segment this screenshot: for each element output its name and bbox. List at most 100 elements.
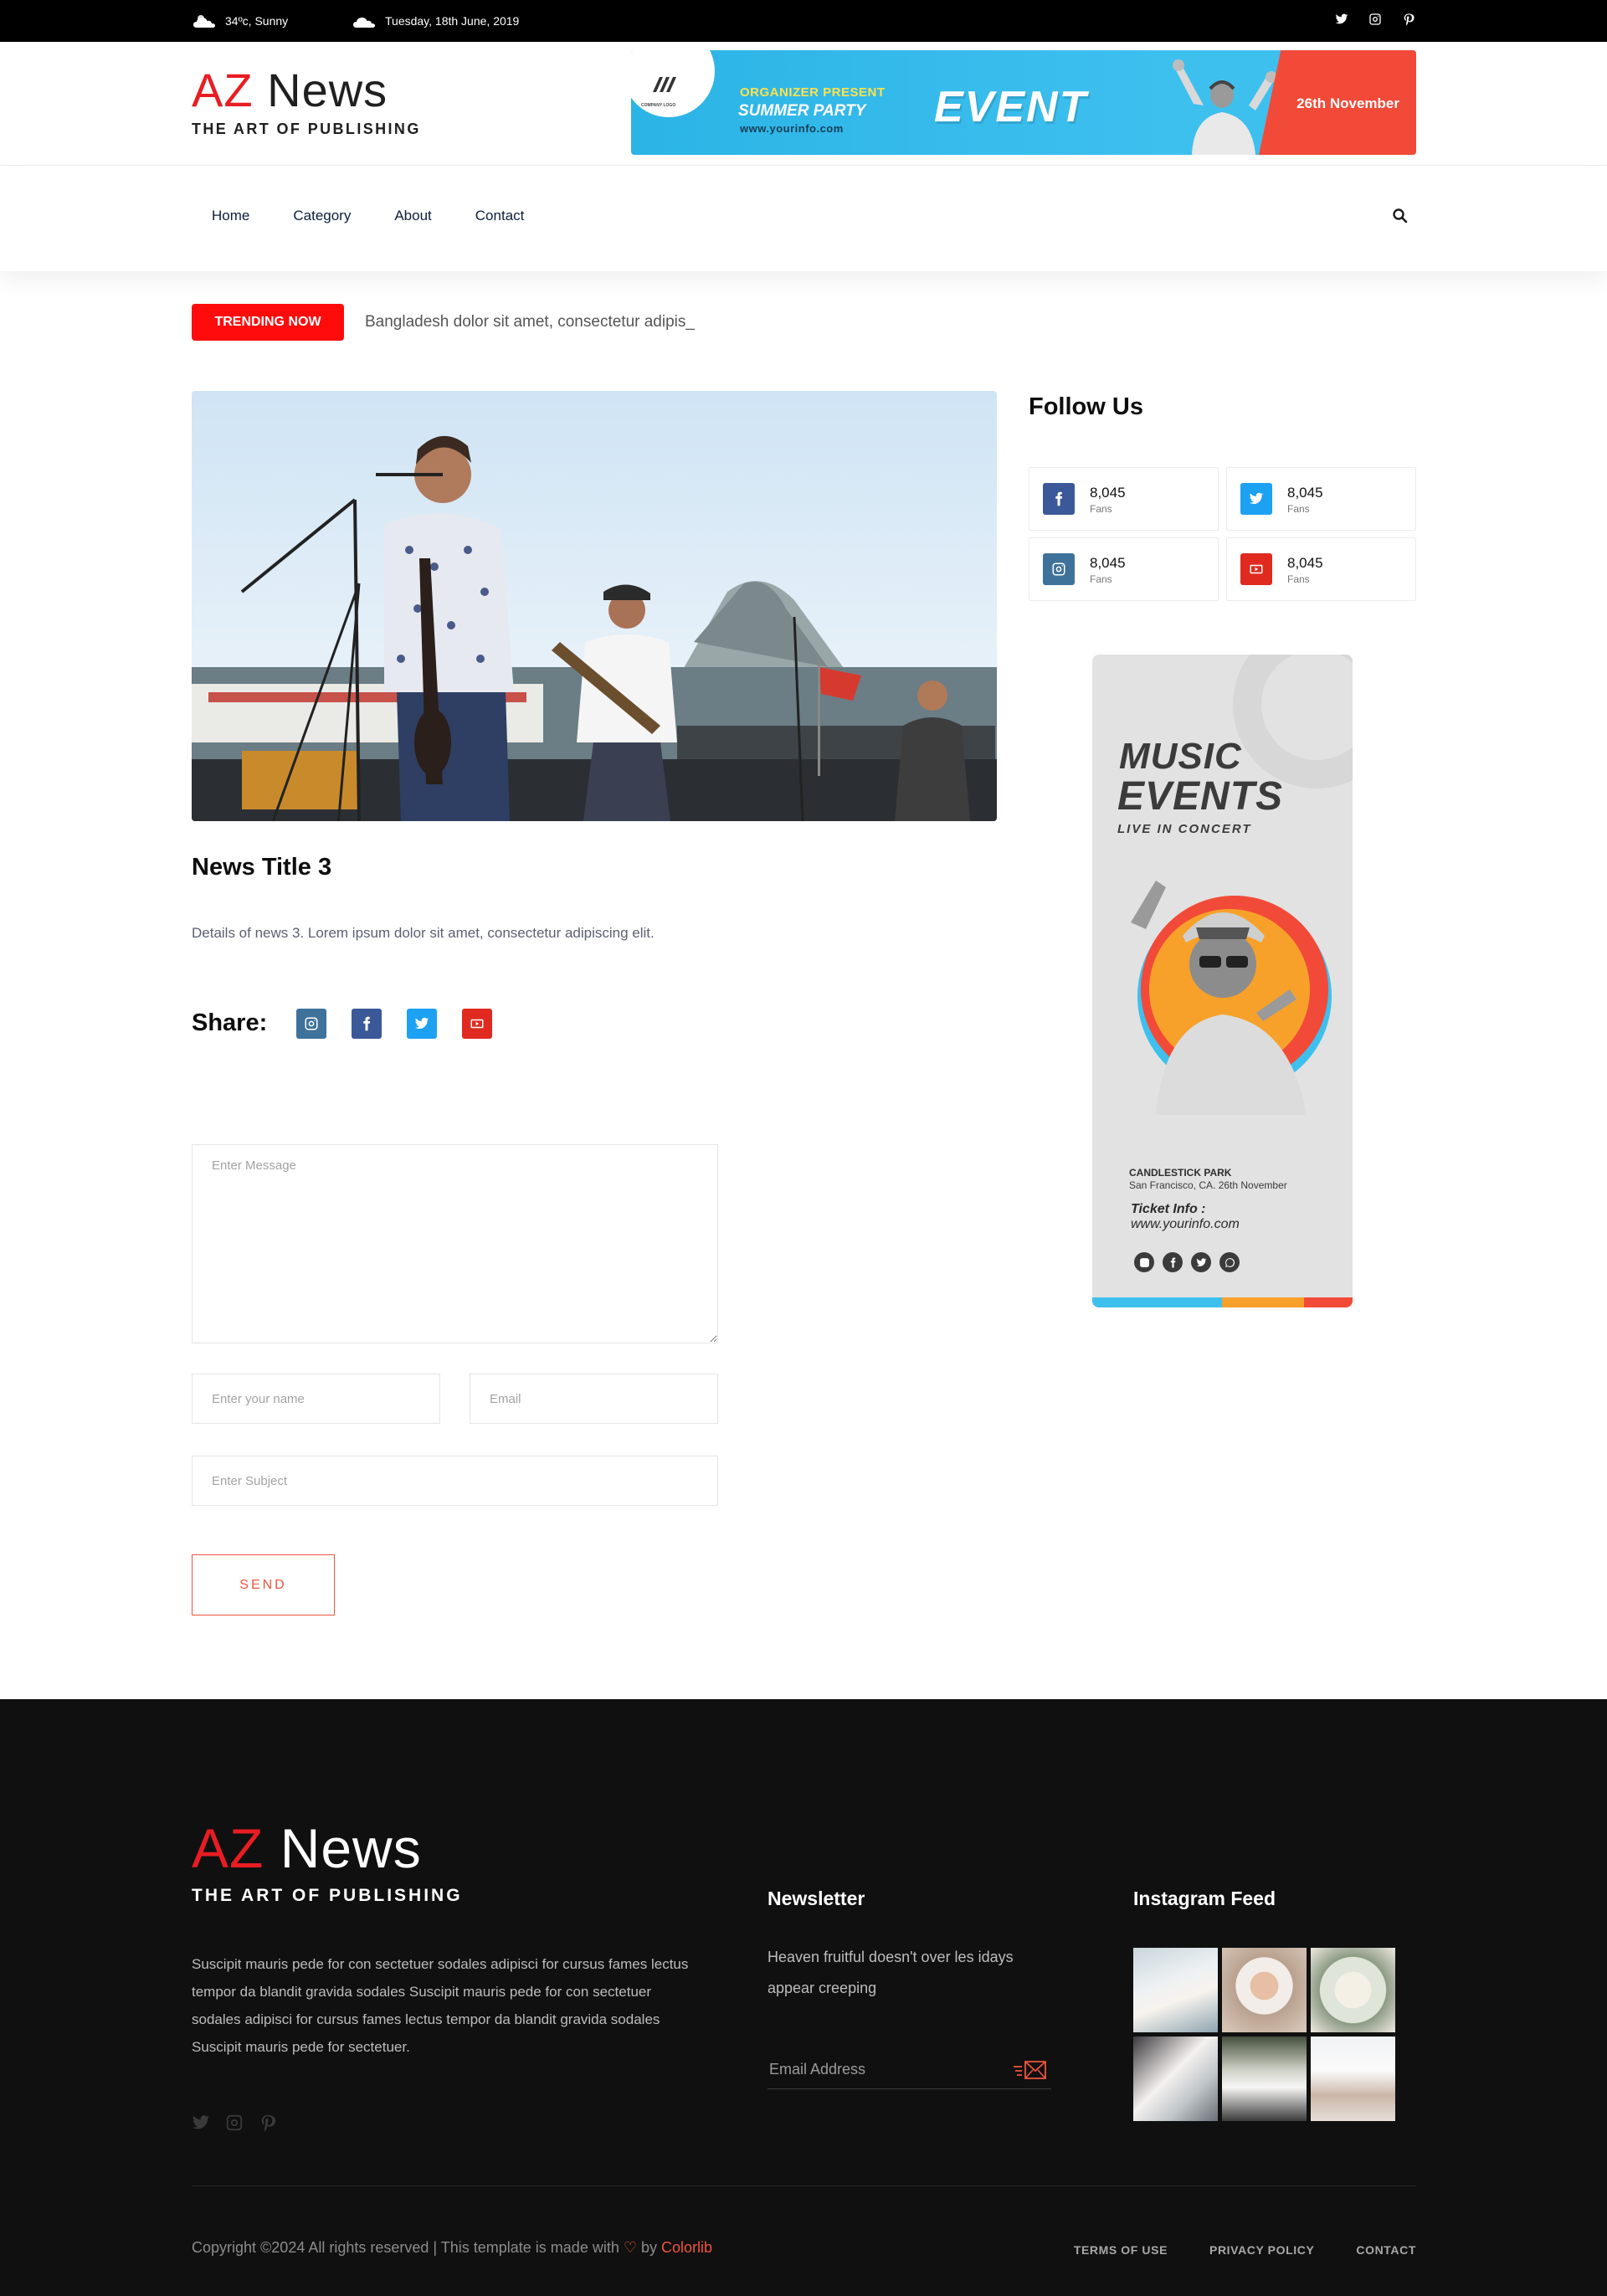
follow-card-youtube[interactable]: 8,045 Fans (1226, 537, 1416, 601)
share-label: Share: (192, 1009, 268, 1036)
follow-count: 8,045 (1287, 555, 1323, 571)
follow-card-instagram[interactable]: 8,045 Fans (1029, 537, 1219, 601)
site-logo[interactable]: AZ News THE ART OF PUBLISHING (192, 67, 421, 138)
twitter-badge (1240, 483, 1272, 515)
banner-organizer: ORGANIZER PRESENT (740, 85, 886, 100)
privacy-policy-link[interactable]: PRIVACY POLICY (1209, 2243, 1314, 2257)
footer-logo[interactable]: AZ News THE ART OF PUBLISHING (192, 1821, 463, 1906)
poster-title-line1: MUSIC (1119, 736, 1242, 777)
banner-url: www.yourinfo.com (740, 122, 844, 135)
send-mail-icon[interactable] (1012, 2057, 1049, 2083)
share-youtube-button[interactable] (462, 1009, 492, 1039)
poster-bar-blue (1092, 1297, 1222, 1307)
newsletter-title: Newsletter (768, 1888, 865, 1909)
poster-social-icons (1134, 1252, 1240, 1272)
youtube-icon (1250, 564, 1263, 574)
instagram-thumb[interactable] (1222, 1948, 1307, 2032)
twitter-icon[interactable] (192, 2114, 210, 2132)
instagram-icon (305, 1017, 318, 1030)
footer-logo-az: AZ (192, 1817, 264, 1879)
facebook-icon (1163, 1252, 1183, 1272)
follow-card-facebook[interactable]: 8,045 Fans (1029, 467, 1219, 531)
poster-title-line2: EVENTS (1117, 774, 1284, 819)
whatsapp-icon (1219, 1252, 1240, 1272)
newsletter-email-input[interactable] (768, 2051, 1051, 2089)
poster-url: www.yourinfo.com (1131, 1217, 1240, 1231)
share-instagram-button[interactable] (296, 1009, 326, 1039)
poster-address: San Francisco, CA. 26th November (1129, 1179, 1287, 1191)
nav-item-contact[interactable]: Contact (475, 208, 525, 224)
message-textarea[interactable] (192, 1144, 718, 1343)
pinterest-icon[interactable] (1402, 13, 1415, 26)
share-twitter-button[interactable] (407, 1009, 437, 1039)
colorlib-link[interactable]: Colorlib (661, 2239, 712, 2256)
follow-count: 8,045 (1287, 485, 1323, 501)
nav-links: Home Category About Contact (212, 208, 524, 224)
follow-us-title: Follow Us (1029, 393, 1143, 420)
logo-az: AZ (192, 64, 254, 116)
terms-of-use-link[interactable]: TERMS OF USE (1074, 2243, 1168, 2257)
date-text: Tuesday, 18th June, 2019 (385, 14, 520, 28)
instagram-icon[interactable] (225, 2114, 244, 2132)
site-footer: AZ News THE ART OF PUBLISHING Suscipit m… (0, 1699, 1607, 2296)
email-input[interactable] (470, 1374, 718, 1424)
weather-text: 34ºc, Sunny (225, 14, 289, 28)
youtube-icon (470, 1019, 484, 1029)
heart-icon: ♡ (623, 2239, 637, 2256)
instagram-thumb[interactable] (1133, 1948, 1218, 2032)
nav-item-category[interactable]: Category (293, 208, 351, 224)
twitter-icon[interactable] (1335, 13, 1348, 26)
article-title: News Title 3 (192, 854, 332, 881)
nav-item-about[interactable]: About (394, 208, 431, 224)
facebook-icon (1055, 491, 1063, 506)
top-social-links (1335, 13, 1415, 26)
follow-count: 8,045 (1090, 485, 1126, 501)
banner-event: EVENT (934, 83, 1088, 131)
instagram-thumb[interactable] (1311, 1948, 1395, 2032)
article-body: Details of news 3. Lorem ipsum dolor sit… (192, 925, 655, 941)
main-nav: Home Category About Contact (0, 166, 1607, 271)
instagram-icon (1052, 562, 1065, 576)
nav-item-home[interactable]: Home (212, 208, 249, 224)
twitter-icon (1249, 492, 1264, 505)
instagram-thumb[interactable] (1311, 2037, 1395, 2121)
search-icon[interactable] (1392, 208, 1409, 224)
trending-badge: TRENDING NOW (192, 304, 344, 341)
music-events-ad[interactable]: MUSIC EVENTS LIVE IN CONCERT CANDLESTICK… (1092, 655, 1353, 1307)
footer-about-text: Suscipit mauris pede for con sectetuer s… (192, 1956, 689, 2055)
banner-party: SUMMER PARTY (738, 102, 866, 120)
instagram-icon[interactable] (1368, 13, 1382, 26)
poster-ticket-label: Ticket Info : (1131, 1202, 1206, 1216)
follow-count: 8,045 (1090, 555, 1126, 571)
instagram-feed-title: Instagram Feed (1133, 1888, 1276, 1909)
instagram-thumb[interactable] (1222, 2037, 1307, 2121)
cloud-sun-icon (193, 15, 215, 28)
copyright: Copyright ©2024 All rights reserved | Th… (192, 2239, 712, 2257)
twitter-icon (1191, 1252, 1211, 1272)
footer-social-links (192, 2114, 277, 2132)
poster-subtitle: LIVE IN CONCERT (1117, 822, 1252, 836)
follow-label: Fans (1287, 573, 1310, 585)
newsletter-text: Heaven fruitful doesn't over les idays a… (768, 1949, 1014, 1996)
youtube-badge (1240, 553, 1272, 585)
contact-link[interactable]: CONTACT (1356, 2243, 1416, 2257)
instagram-thumb[interactable] (1133, 2037, 1218, 2121)
article-hero-image (192, 391, 997, 821)
event-ad-banner[interactable]: COMPANY LOGO ORGANIZER PRESENT SUMMER PA… (631, 50, 1416, 155)
name-input[interactable] (192, 1374, 440, 1424)
footer-logo-news: News (280, 1817, 422, 1879)
send-button[interactable]: SEND (192, 1554, 335, 1615)
share-icons (296, 1009, 492, 1039)
site-header: AZ News THE ART OF PUBLISHING COMPANY LO… (0, 42, 1607, 166)
share-facebook-button[interactable] (352, 1009, 382, 1039)
subject-input[interactable] (192, 1456, 718, 1506)
follow-card-twitter[interactable]: 8,045 Fans (1226, 467, 1416, 531)
pinterest-icon[interactable] (259, 2114, 277, 2132)
trending-headline[interactable]: Bangladesh dolor sit amet, consectetur a… (365, 313, 695, 331)
date-info: Tuesday, 18th June, 2019 (352, 13, 519, 28)
footer-logo-tagline: THE ART OF PUBLISHING (192, 1886, 463, 1905)
follow-label: Fans (1090, 573, 1112, 585)
instagram-icon (1134, 1252, 1154, 1272)
top-bar: 34ºc, Sunny Tuesday, 18th June, 2019 (0, 0, 1607, 42)
company-logo-text: COMPANY LOGO (641, 103, 676, 108)
